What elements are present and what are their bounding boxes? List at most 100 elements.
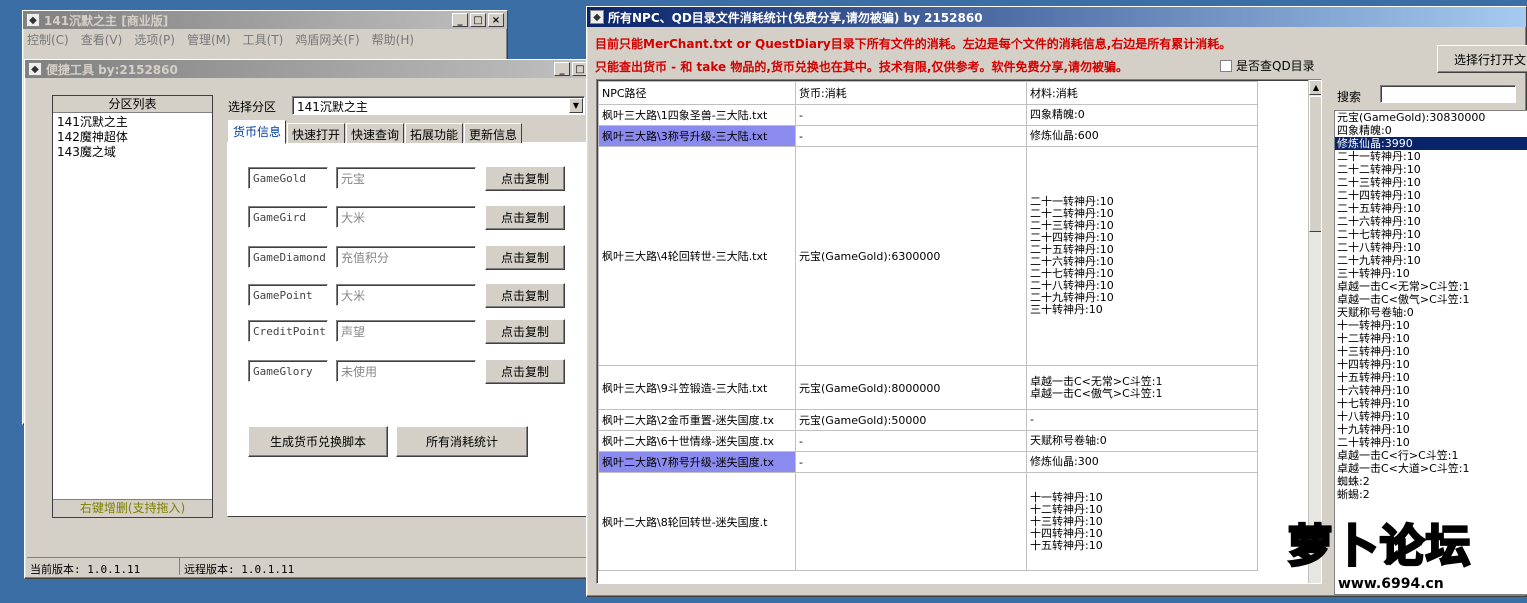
material-cost-cell[interactable]: 二十一转神丹:10 二十二转神丹:10 二十三转神丹:10 二十四转神丹:10 二十五转… [1026,146,1258,366]
partition-select[interactable]: 141沉默之主 ▼ [292,96,585,115]
open-selected-button[interactable]: 选择行打开文 [1437,45,1527,73]
list-item[interactable]: 元宝(GameGold):30830000 [1335,111,1527,124]
currency-name-field[interactable]: 未使用 [336,360,476,382]
column-header[interactable]: 货币:消耗 [795,81,1027,105]
tab-updates[interactable]: 更新信息 [464,123,523,143]
tool-window-titlebar[interactable]: ◆ 便捷工具 by:2152860 _ □ [25,60,591,78]
menu-manage[interactable]: 管理(M) [187,31,231,48]
tab-currency-info[interactable]: 货币信息 [228,120,287,144]
list-item[interactable]: 143魔之域 [57,145,208,160]
currency-cost-cell[interactable]: - [795,451,1027,473]
table-row[interactable]: 枫叶三大路\3称号升级-三大陆.txt - 修炼仙晶:600 [598,125,1258,147]
material-cost-cell[interactable]: 卓越一击C<无常>C斗笠:1 卓越一击C<傲气>C斗笠:1 [1026,365,1258,410]
currency-code-field[interactable]: GameGird [248,206,328,228]
npc-path-cell[interactable]: 枫叶三大路\9斗笠锻造-三大陆.txt [598,365,796,410]
currency-name-field[interactable]: 充值积分 [336,246,476,268]
table-row[interactable]: 枫叶三大路\1四象圣兽-三大陆.txt - 四象精魄:0 [598,104,1258,126]
main-window-titlebar[interactable]: ◆ 141沉默之主 [商业版] _ □ × [23,11,507,29]
list-item[interactable]: 141沉默之主 [57,115,208,130]
copy-button[interactable]: 点击复制 [485,283,565,308]
npc-path-cell[interactable]: 枫叶三大路\1四象圣兽-三大陆.txt [598,104,796,126]
list-item[interactable]: 卓越一击C<傲气>C斗笠:1 [1335,293,1527,306]
minimize-icon[interactable]: _ [452,13,468,27]
material-cost-cell[interactable]: 十一转神丹:10 十二转神丹:10 十三转神丹:10 十四转神丹:10 十五转神丹:10 [1026,472,1258,571]
table-row[interactable]: 枫叶二大路\2金币重置-迷失国度.tx 元宝(GameGold):50000- [598,409,1258,431]
list-item[interactable]: 十五转神丹:10 [1335,371,1527,384]
tab-quick-open[interactable]: 快速打开 [287,123,346,143]
material-cost-cell[interactable]: 天赋称号卷轴:0 [1026,430,1258,452]
copy-button[interactable]: 点击复制 [485,245,565,270]
chevron-down-icon[interactable]: ▼ [569,98,583,113]
list-item[interactable]: 二十六转神丹:10 [1335,215,1527,228]
table-row[interactable]: 枫叶二大路\8轮回转世-迷失国度.t 十一转神丹:10 十二转神丹:10 十三转神丹:… [598,472,1258,571]
list-item[interactable]: 十四转神丹:10 [1335,358,1527,371]
list-item[interactable]: 二十八转神丹:10 [1335,241,1527,254]
list-item[interactable]: 142魔神超体 [57,130,208,145]
list-item[interactable]: 十九转神丹:10 [1335,423,1527,436]
material-cost-cell[interactable]: - [1026,409,1258,431]
table-row[interactable]: 枫叶三大路\4轮回转世-三大陆.txt 元宝(GameGold):6300000 二… [598,146,1258,366]
list-item[interactable]: 蜥蜴:2 [1335,488,1527,501]
npc-path-cell[interactable]: 枫叶二大路\2金币重置-迷失国度.tx [598,409,796,431]
column-header[interactable]: NPC路径 [598,81,796,105]
column-header[interactable]: 材料:消耗 [1026,81,1258,105]
currency-cost-cell[interactable] [795,472,1027,571]
currency-name-field[interactable]: 元宝 [336,167,476,189]
currency-name-field[interactable]: 大米 [336,284,476,306]
npc-path-cell[interactable]: 枫叶二大路\6十世情缘-迷失国度.tx [598,430,796,452]
npc-path-cell[interactable]: 枫叶二大路\8轮回转世-迷失国度.t [598,472,796,571]
list-item[interactable]: 蜘蛛:2 [1335,475,1527,488]
list-item[interactable]: 修炼仙晶:3990 [1335,137,1527,150]
currency-cost-cell[interactable]: 元宝(GameGold):50000 [795,409,1027,431]
copy-button[interactable]: 点击复制 [485,166,565,191]
tab-extensions[interactable]: 拓展功能 [405,123,464,143]
qd-checkbox[interactable]: 是否查QD目录 [1220,57,1315,74]
currency-code-field[interactable]: GameDiamond [248,246,328,268]
npc-path-cell[interactable]: 枫叶二大路\7称号升级-迷失国度.tx [598,451,796,473]
list-item[interactable]: 十七转神丹:10 [1335,397,1527,410]
currency-code-field[interactable]: CreditPoint [248,320,328,342]
npc-path-cell[interactable]: 枫叶三大路\4轮回转世-三大陆.txt [598,146,796,366]
list-item[interactable]: 十六转神丹:10 [1335,384,1527,397]
currency-cost-cell[interactable]: 元宝(GameGold):8000000 [795,365,1027,410]
list-item[interactable]: 二十三转神丹:10 [1335,176,1527,189]
copy-button[interactable]: 点击复制 [485,359,565,384]
menu-gateway[interactable]: 鸡盾网关(F) [295,31,359,48]
list-item[interactable]: 二十二转神丹:10 [1335,163,1527,176]
list-item[interactable]: 二十转神丹:10 [1335,436,1527,449]
currency-code-field[interactable]: GameGlory [248,360,328,382]
currency-cost-cell[interactable]: - [795,430,1027,452]
table-row[interactable]: 枫叶二大路\6十世情缘-迷失国度.tx - 天赋称号卷轴:0 [598,430,1258,452]
search-input[interactable] [1380,85,1516,103]
checkbox-box[interactable] [1220,59,1232,72]
copy-button[interactable]: 点击复制 [485,319,565,344]
list-item[interactable]: 二十七转神丹:10 [1335,228,1527,241]
minimize-icon[interactable]: _ [554,62,570,76]
list-item[interactable]: 十二转神丹:10 [1335,332,1527,345]
list-item[interactable]: 十三转神丹:10 [1335,345,1527,358]
list-item[interactable]: 卓越一击C<大道>C斗笠:1 [1335,462,1527,475]
menu-view[interactable]: 查看(V) [81,31,123,48]
copy-button[interactable]: 点击复制 [485,205,565,230]
material-cost-cell[interactable]: 修炼仙晶:300 [1026,451,1258,473]
close-icon[interactable]: × [488,13,504,27]
scroll-thumb[interactable] [1309,96,1321,232]
tab-quick-query[interactable]: 快速查询 [346,123,405,143]
material-cost-cell[interactable]: 四象精魄:0 [1026,104,1258,126]
currency-cost-cell[interactable]: - [795,125,1027,147]
all-stats-button[interactable]: 所有消耗统计 [396,426,528,457]
list-item[interactable]: 十一转神丹:10 [1335,319,1527,332]
maximize-icon[interactable]: □ [470,13,486,27]
list-item[interactable]: 卓越一击C<无常>C斗笠:1 [1335,280,1527,293]
currency-code-field[interactable]: GameGold [248,167,328,189]
currency-cost-cell[interactable]: 元宝(GameGold):6300000 [795,146,1027,366]
partition-list[interactable]: 141沉默之主 142魔神超体 143魔之域 [53,113,212,162]
list-item[interactable]: 二十四转神丹:10 [1335,189,1527,202]
currency-code-field[interactable]: GamePoint [248,284,328,306]
menu-control[interactable]: 控制(C) [27,31,69,48]
npc-path-cell[interactable]: 枫叶三大路\3称号升级-三大陆.txt [598,125,796,147]
table-row[interactable]: 枫叶二大路\7称号升级-迷失国度.tx - 修炼仙晶:300 [598,451,1258,473]
list-item[interactable]: 天赋称号卷轴:0 [1335,306,1527,319]
currency-name-field[interactable]: 大米 [336,206,476,228]
menu-tools[interactable]: 工具(T) [243,31,284,48]
